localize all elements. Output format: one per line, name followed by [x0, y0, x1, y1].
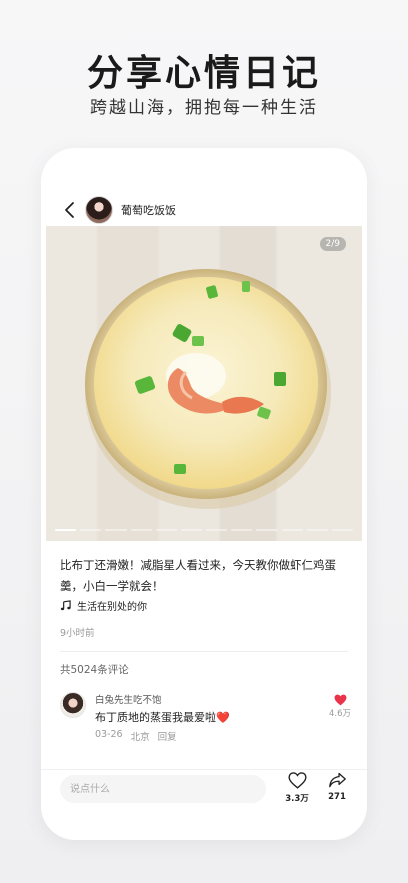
- pagination-dot: [206, 529, 228, 531]
- pagination-dot: [256, 529, 278, 531]
- divider: [60, 651, 348, 652]
- image-pagination: [55, 529, 354, 531]
- chevron-left-icon: [65, 202, 74, 218]
- music-note-icon: [60, 600, 71, 611]
- post-caption: 比布丁还滑嫩！减脂星人看过来，今天教你做虾仁鸡蛋羹，小白一学就会！: [60, 558, 336, 593]
- pagination-dot: [331, 529, 354, 531]
- like-button[interactable]: 3.3万: [282, 772, 312, 804]
- pagination-dot: [155, 529, 177, 531]
- commenter-avatar[interactable]: [60, 692, 86, 718]
- steamed-egg-photo: [46, 226, 362, 541]
- pagination-dot: [80, 529, 102, 531]
- comment-count: 共5024条评论: [60, 664, 129, 676]
- heart-outline-icon: [287, 772, 307, 789]
- reply-button[interactable]: 回复: [158, 729, 177, 743]
- post-time: 9小时前: [60, 628, 95, 639]
- comment-body: 布丁质地的蒸蛋我最爱啦: [95, 711, 216, 724]
- music-tag[interactable]: 生活在别处的你: [60, 598, 147, 613]
- comment-date: 03-26: [95, 729, 123, 740]
- author-name[interactable]: 葡萄吃饭饭: [121, 202, 176, 218]
- commenter-name[interactable]: 白兔先生吃不饱: [95, 692, 162, 706]
- post-header: 葡萄吃饭饭: [41, 192, 367, 228]
- share-icon: [328, 772, 346, 788]
- comment-meta: 03-26 北京 回复: [95, 729, 177, 743]
- pagination-dot: [130, 529, 152, 531]
- comment-text: 布丁质地的蒸蛋我最爱啦❤️: [95, 709, 230, 725]
- bottom-divider: [41, 769, 367, 770]
- pagination-dot: [306, 529, 328, 531]
- pagination-dot: [281, 529, 303, 531]
- phone-card: 葡萄吃饭饭 2/9 比布丁还滑嫩！减脂星人看过来，今天教你做虾仁鸡蛋羹，小白一学…: [41, 148, 367, 840]
- promo-title: 分享心情日记: [86, 53, 321, 94]
- pagination-dot: [180, 529, 203, 531]
- music-title: 生活在别处的你: [77, 602, 147, 613]
- pagination-dot: [231, 529, 253, 531]
- pagination-dot: [55, 529, 77, 531]
- image-counter: 2/9: [319, 237, 346, 251]
- like-count: 3.3万: [285, 794, 309, 804]
- author-avatar[interactable]: [85, 196, 113, 224]
- heart-filled-icon: [334, 694, 346, 706]
- share-button[interactable]: 271: [322, 772, 352, 802]
- comment-like-count: 4.6万: [328, 709, 352, 719]
- comment-location: 北京: [130, 732, 150, 743]
- pagination-dot: [105, 529, 127, 531]
- share-count: 271: [328, 792, 346, 802]
- comment-input[interactable]: [60, 775, 266, 803]
- back-button[interactable]: [59, 198, 81, 222]
- comment-like-button[interactable]: 4.6万: [328, 694, 352, 719]
- post-image[interactable]: 2/9: [46, 226, 362, 541]
- promo-subtitle: 跨越山海，拥抱每一种生活: [90, 98, 318, 118]
- comment-emoji: ❤️: [216, 711, 230, 724]
